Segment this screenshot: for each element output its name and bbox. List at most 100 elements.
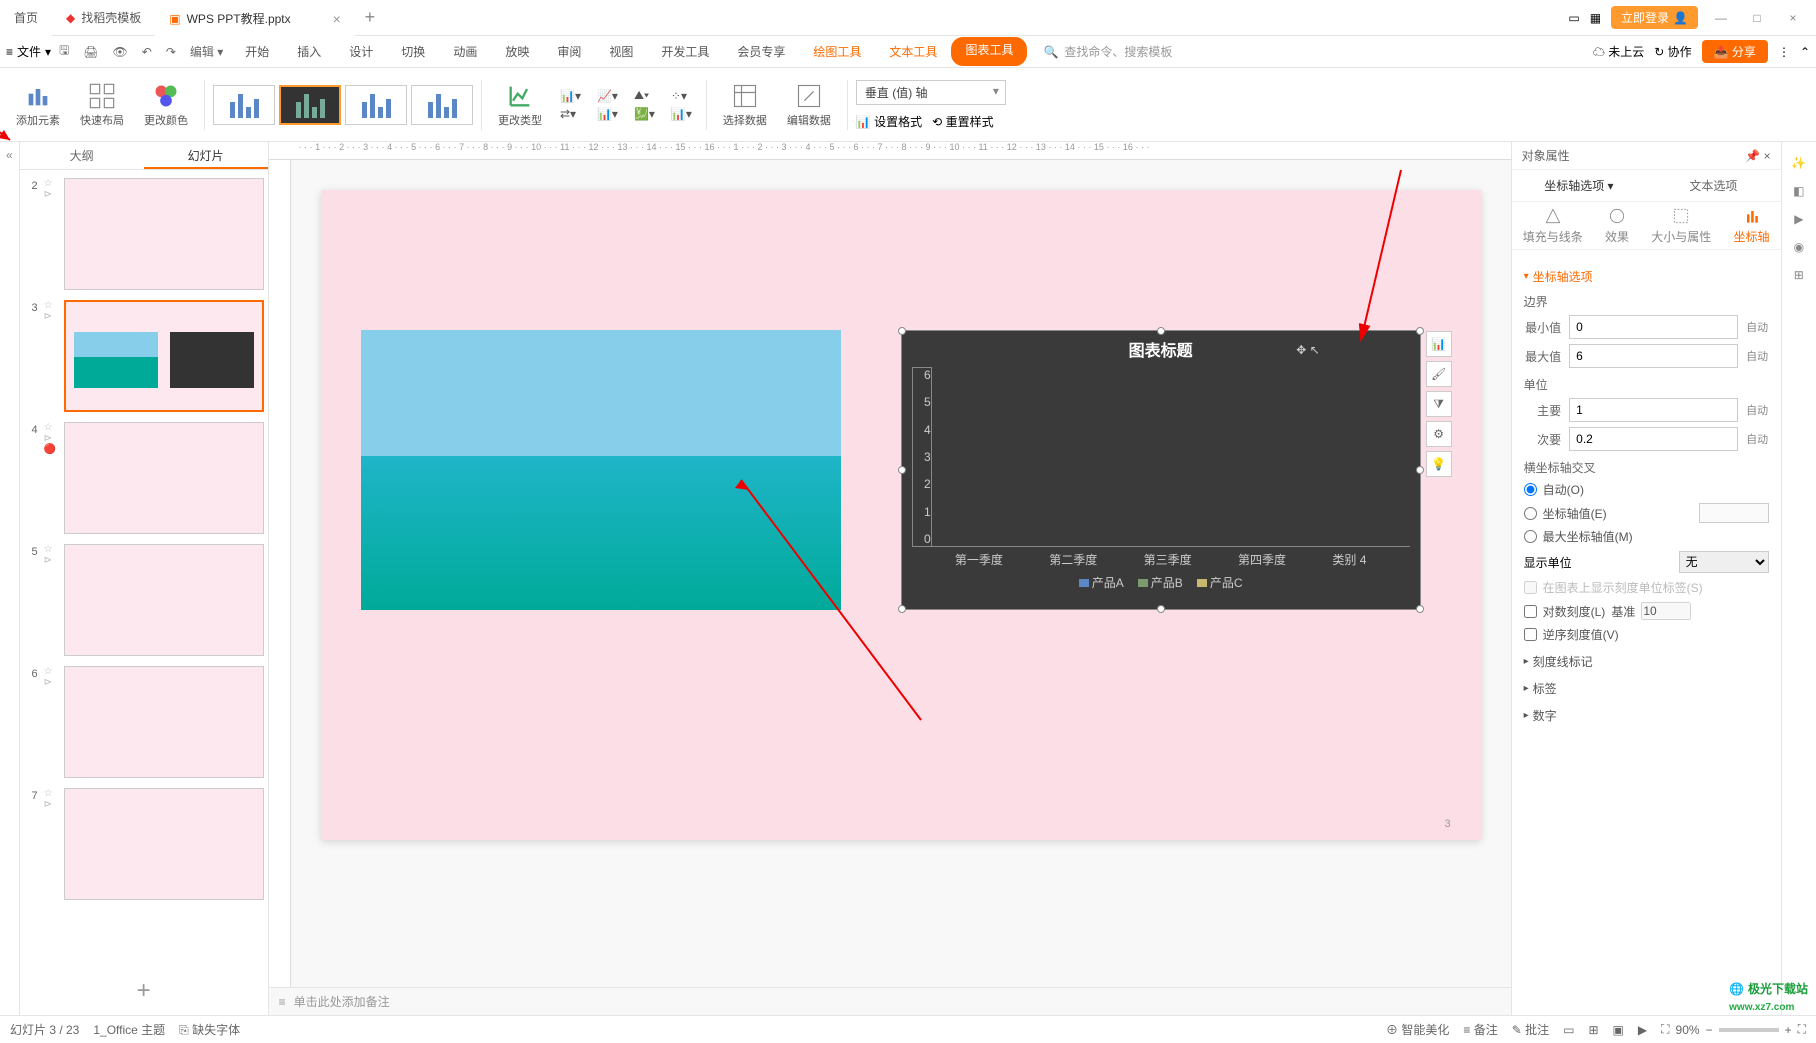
tab-member[interactable]: 会员专享 xyxy=(723,37,799,66)
chart-elements-icon[interactable]: 📊 xyxy=(1426,331,1452,357)
min-input[interactable] xyxy=(1569,315,1738,339)
tab-view[interactable]: 视图 xyxy=(595,37,647,66)
chart-filter-icon[interactable]: ⧩ xyxy=(1426,391,1452,417)
close-window-icon[interactable]: × xyxy=(1780,11,1806,25)
size-prop-icon[interactable]: 大小与属性 xyxy=(1651,206,1711,245)
chart-settings-icon[interactable]: ⚙ xyxy=(1426,421,1452,447)
slides-tab[interactable]: 幻灯片 xyxy=(144,142,268,169)
add-slide-button[interactable]: + xyxy=(20,967,268,1015)
column-icon[interactable]: 📊▾ xyxy=(597,107,618,121)
effects-icon[interactable]: 效果 xyxy=(1605,206,1629,245)
more-menu[interactable]: ⋮ xyxy=(1778,45,1790,59)
thumbnail-7[interactable] xyxy=(64,788,264,900)
fullscreen-icon[interactable]: ⛶ xyxy=(1798,1022,1806,1037)
view-sorter-icon[interactable]: ⊞ xyxy=(1588,1023,1598,1037)
edit-data-button[interactable]: 编辑数据 xyxy=(779,82,839,128)
notes-pane[interactable]: ≡ 单击此处添加备注 xyxy=(269,987,1511,1015)
reverse-check[interactable] xyxy=(1524,628,1537,641)
tab-document[interactable]: ▣WPS PPT教程.pptx× xyxy=(155,0,355,36)
expand-icon[interactable]: ⌃ xyxy=(1800,45,1810,59)
labels-section[interactable]: 标签 xyxy=(1524,680,1769,697)
view-normal-icon[interactable]: ▭ xyxy=(1563,1023,1574,1037)
notes-button[interactable]: ≡ 备注 xyxy=(1463,1021,1497,1038)
scatter-icon[interactable]: ⁘▾ xyxy=(671,89,692,103)
slide-image[interactable] xyxy=(361,330,841,610)
number-section[interactable]: 数字 xyxy=(1524,707,1769,724)
edit-menu[interactable]: 编辑 ▾ xyxy=(184,39,229,64)
rail-shape-icon[interactable]: ◧ xyxy=(1793,184,1804,198)
max-axis-radio[interactable] xyxy=(1524,530,1537,543)
tick-marks-section[interactable]: 刻度线标记 xyxy=(1524,653,1769,670)
maximize-icon[interactable]: □ xyxy=(1744,11,1770,25)
comment-button[interactable]: ✎ 批注 xyxy=(1512,1021,1549,1038)
add-element-button[interactable]: 添加元素 xyxy=(8,82,68,128)
tab-animation[interactable]: 动画 xyxy=(439,37,491,66)
tab-review[interactable]: 审阅 xyxy=(543,37,595,66)
change-color-button[interactable]: 更改颜色 xyxy=(136,82,196,128)
axis-icon[interactable]: 坐标轴 xyxy=(1734,206,1770,245)
fit-icon[interactable]: ⛶ xyxy=(1661,1022,1669,1037)
change-type-button[interactable]: 更改类型 xyxy=(490,82,550,128)
axis-options-section[interactable]: 坐标轴选项 xyxy=(1524,268,1769,285)
tab-design[interactable]: 设计 xyxy=(335,37,387,66)
fill-line-icon[interactable]: 填充与线条 xyxy=(1523,206,1583,245)
close-icon[interactable]: × xyxy=(333,11,341,27)
tab-insert[interactable]: 插入 xyxy=(283,37,335,66)
axis-selector[interactable]: 垂直 (值) 轴 xyxy=(856,80,1006,105)
y-axis[interactable]: 0123456 xyxy=(912,367,932,547)
major-input[interactable] xyxy=(1569,398,1738,422)
new-tab-button[interactable]: + xyxy=(355,7,385,28)
rail-anim-icon[interactable]: ▶ xyxy=(1794,212,1803,226)
file-menu[interactable]: ≡ 文件 ▾ xyxy=(6,43,51,60)
rail-icon4[interactable]: ◉ xyxy=(1794,240,1804,254)
thumbnail-6[interactable] xyxy=(64,666,264,778)
zoom-out-icon[interactable]: − xyxy=(1706,1023,1713,1037)
chart-title[interactable]: 图表标题 xyxy=(902,331,1420,367)
tab-slideshow[interactable]: 放映 xyxy=(491,37,543,66)
preview-icon[interactable]: 👁 xyxy=(107,41,134,63)
pin-icon[interactable]: 📌 xyxy=(1745,149,1760,163)
redo-icon[interactable]: ↷ xyxy=(160,41,182,63)
undo-icon[interactable]: ↶ xyxy=(136,41,158,63)
select-data-button[interactable]: 选择数据 xyxy=(715,82,775,128)
minimize-icon[interactable]: — xyxy=(1708,11,1734,25)
thumbnail-4[interactable] xyxy=(64,422,264,534)
rail-new-icon[interactable]: ✨ xyxy=(1791,156,1806,170)
reset-style-button[interactable]: ⟲ 重置样式 xyxy=(932,113,993,130)
stock-icon[interactable]: 💹▾ xyxy=(634,107,655,121)
switch-icon[interactable]: ⇄▾ xyxy=(560,107,581,121)
login-button[interactable]: 立即登录👤 xyxy=(1611,6,1698,29)
tab-transition[interactable]: 切换 xyxy=(387,37,439,66)
zoom-in-icon[interactable]: + xyxy=(1785,1023,1792,1037)
log-scale-check[interactable] xyxy=(1524,605,1537,618)
missing-font[interactable]: ⎘ 缺失字体 xyxy=(179,1021,240,1038)
chart-object[interactable]: 图表标题 0123456 第一季度第二季度第三季度第四季度类别 4 产品A产品B… xyxy=(901,330,1421,610)
thumbnail-5[interactable] xyxy=(64,544,264,656)
tab-texttools[interactable]: 文本工具 xyxy=(875,37,951,66)
thumbnail-2[interactable] xyxy=(64,178,264,290)
auto-cross-radio[interactable] xyxy=(1524,483,1537,496)
tab-devtools[interactable]: 开发工具 xyxy=(647,37,723,66)
bar-icon[interactable]: 📊▾ xyxy=(560,89,581,103)
tab-drawtools[interactable]: 绘图工具 xyxy=(799,37,875,66)
quick-layout-button[interactable]: 快速布局 xyxy=(72,82,132,128)
line-icon[interactable]: 📈▾ xyxy=(597,89,618,103)
tab-charttools[interactable]: 图表工具 xyxy=(951,37,1027,66)
axis-options-tab[interactable]: 坐标轴选项 ▾ xyxy=(1512,170,1647,201)
collapse-panel-icon[interactable]: « xyxy=(0,142,20,1015)
outline-tab[interactable]: 大纲 xyxy=(20,142,144,169)
minor-input[interactable] xyxy=(1569,427,1738,451)
view-slideshow-icon[interactable]: ▶ xyxy=(1638,1023,1647,1037)
slide-canvas[interactable]: 图表标题 0123456 第一季度第二季度第三季度第四季度类别 4 产品A产品B… xyxy=(291,160,1511,987)
print-icon[interactable]: 🖨 xyxy=(77,41,104,63)
beautify-button[interactable]: ⊕ 智能美化 xyxy=(1386,1021,1449,1038)
tab-start[interactable]: 开始 xyxy=(231,37,283,66)
thumbnail-3[interactable] xyxy=(64,300,264,412)
tab-home[interactable]: 首页 xyxy=(0,0,52,36)
zoom-level[interactable]: 90% xyxy=(1676,1023,1700,1037)
max-input[interactable] xyxy=(1569,344,1738,368)
layout-icon[interactable]: ▭ xyxy=(1568,11,1579,25)
command-search[interactable]: 🔍 查找命令、搜索模板 xyxy=(1043,43,1172,60)
combo-icon[interactable]: 📊▾ xyxy=(671,107,692,121)
grid-icon[interactable]: ▦ xyxy=(1590,11,1601,25)
